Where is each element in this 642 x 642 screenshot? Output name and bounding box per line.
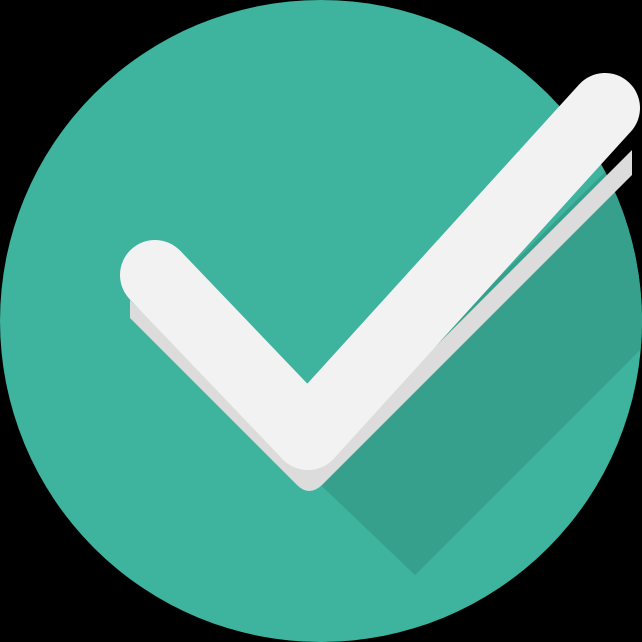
icon-canvas (0, 0, 642, 642)
checkmark-circle-icon (0, 0, 642, 642)
